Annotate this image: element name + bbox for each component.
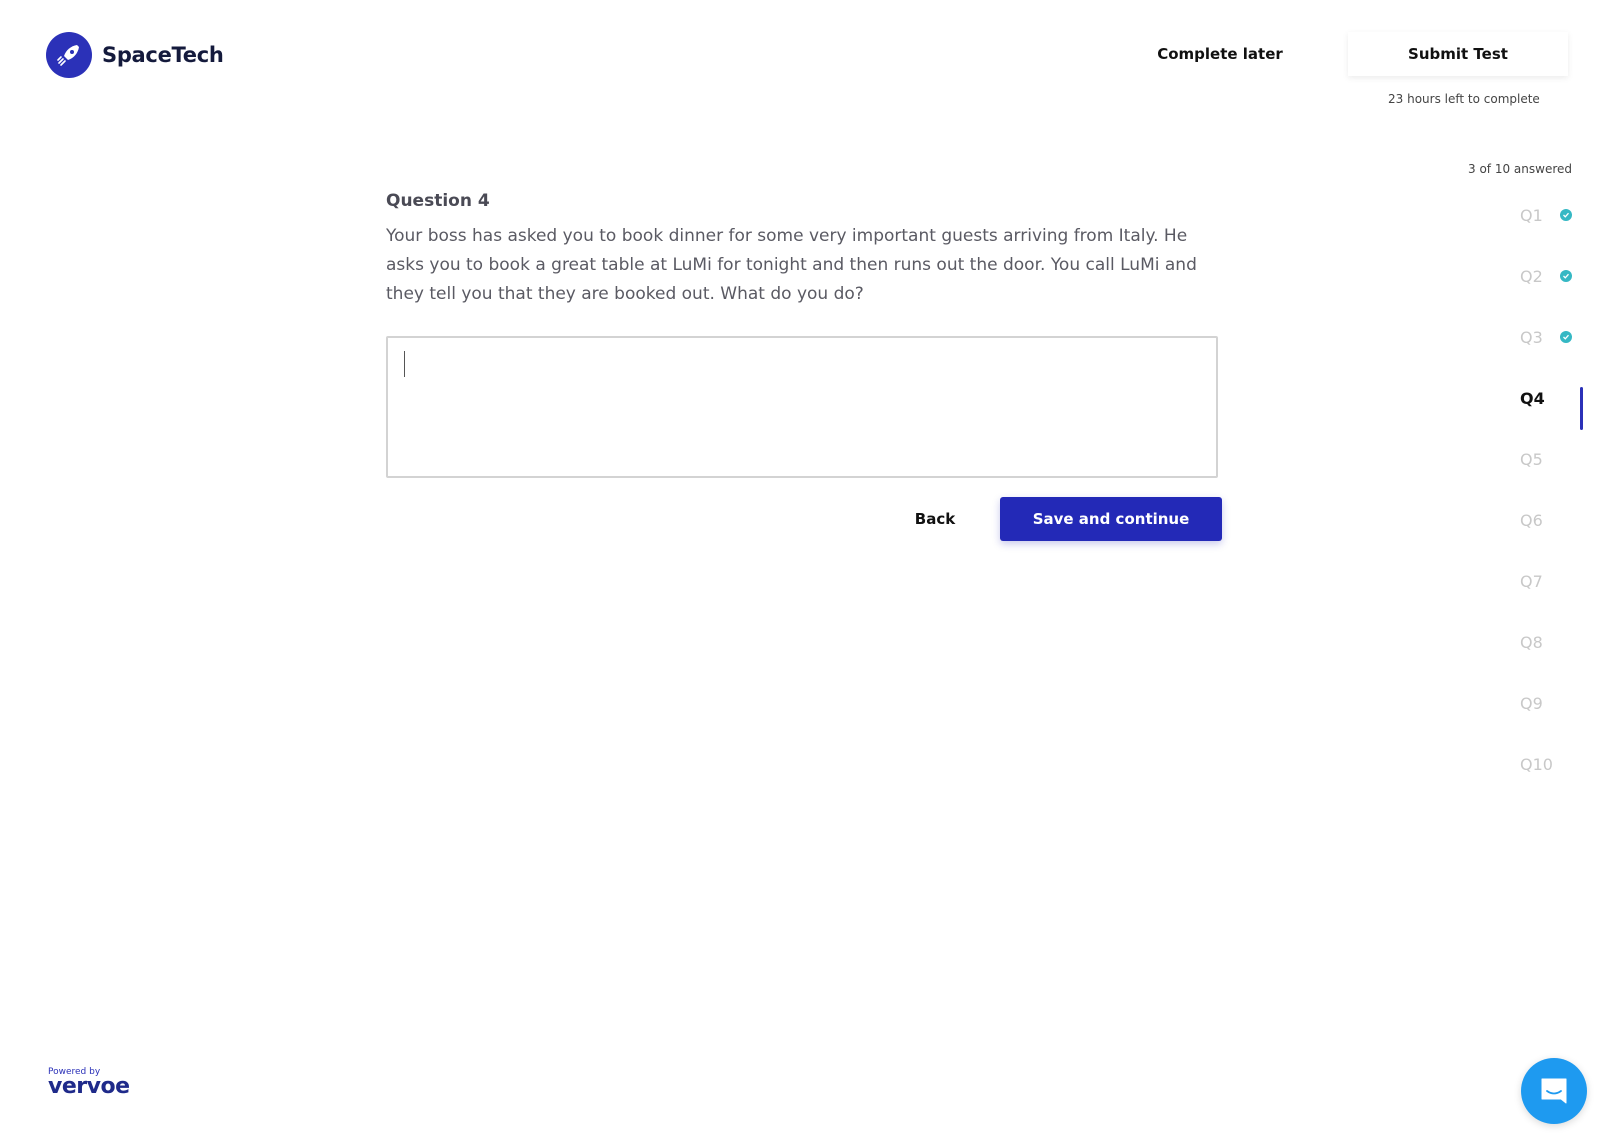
question-nav-label: Q9 (1520, 693, 1543, 713)
question-nav-label: Q6 (1520, 510, 1543, 530)
question-nav-item-q9[interactable]: Q9 (1520, 691, 1568, 715)
text-caret (404, 351, 405, 377)
active-question-indicator (1580, 387, 1583, 430)
check-icon (1560, 209, 1572, 221)
brand-name: SpaceTech (102, 43, 224, 67)
question-nav-item-q4[interactable]: Q4 (1520, 386, 1568, 410)
chat-icon (1541, 1078, 1567, 1104)
question-title: Question 4 (386, 191, 490, 211)
chat-button[interactable] (1521, 1058, 1587, 1124)
logo: SpaceTech (46, 32, 224, 78)
question-nav-item-q6[interactable]: Q6 (1520, 508, 1568, 532)
question-nav-label: Q7 (1520, 571, 1543, 591)
question-nav-item-q10[interactable]: Q10 (1520, 752, 1568, 776)
check-icon (1560, 270, 1572, 282)
answered-count: 3 of 10 answered (1468, 162, 1572, 176)
vendor-name: vervoe (48, 1074, 130, 1099)
question-nav-label: Q8 (1520, 632, 1543, 652)
answer-input[interactable] (386, 336, 1218, 478)
question-nav-label: Q10 (1520, 754, 1553, 774)
check-icon (1560, 331, 1572, 343)
back-button[interactable]: Back (900, 505, 970, 533)
question-nav-label: Q5 (1520, 449, 1543, 469)
question-nav-item-q1[interactable]: Q1 (1520, 203, 1572, 227)
question-nav-item-q7[interactable]: Q7 (1520, 569, 1568, 593)
save-and-continue-button[interactable]: Save and continue (1000, 497, 1222, 541)
question-nav-item-q5[interactable]: Q5 (1520, 447, 1568, 471)
time-left-text: 23 hours left to complete (1388, 92, 1540, 106)
powered-by-logo: Powered by vervoe (48, 1067, 130, 1099)
submit-test-button[interactable]: Submit Test (1348, 32, 1568, 76)
complete-later-button[interactable]: Complete later (1150, 40, 1290, 68)
question-nav-item-q3[interactable]: Q3 (1520, 325, 1572, 349)
question-nav-item-q8[interactable]: Q8 (1520, 630, 1568, 654)
question-nav-item-q2[interactable]: Q2 (1520, 264, 1572, 288)
rocket-icon (46, 32, 92, 78)
question-nav-label: Q4 (1520, 388, 1545, 408)
question-text: Your boss has asked you to book dinner f… (386, 226, 1197, 304)
